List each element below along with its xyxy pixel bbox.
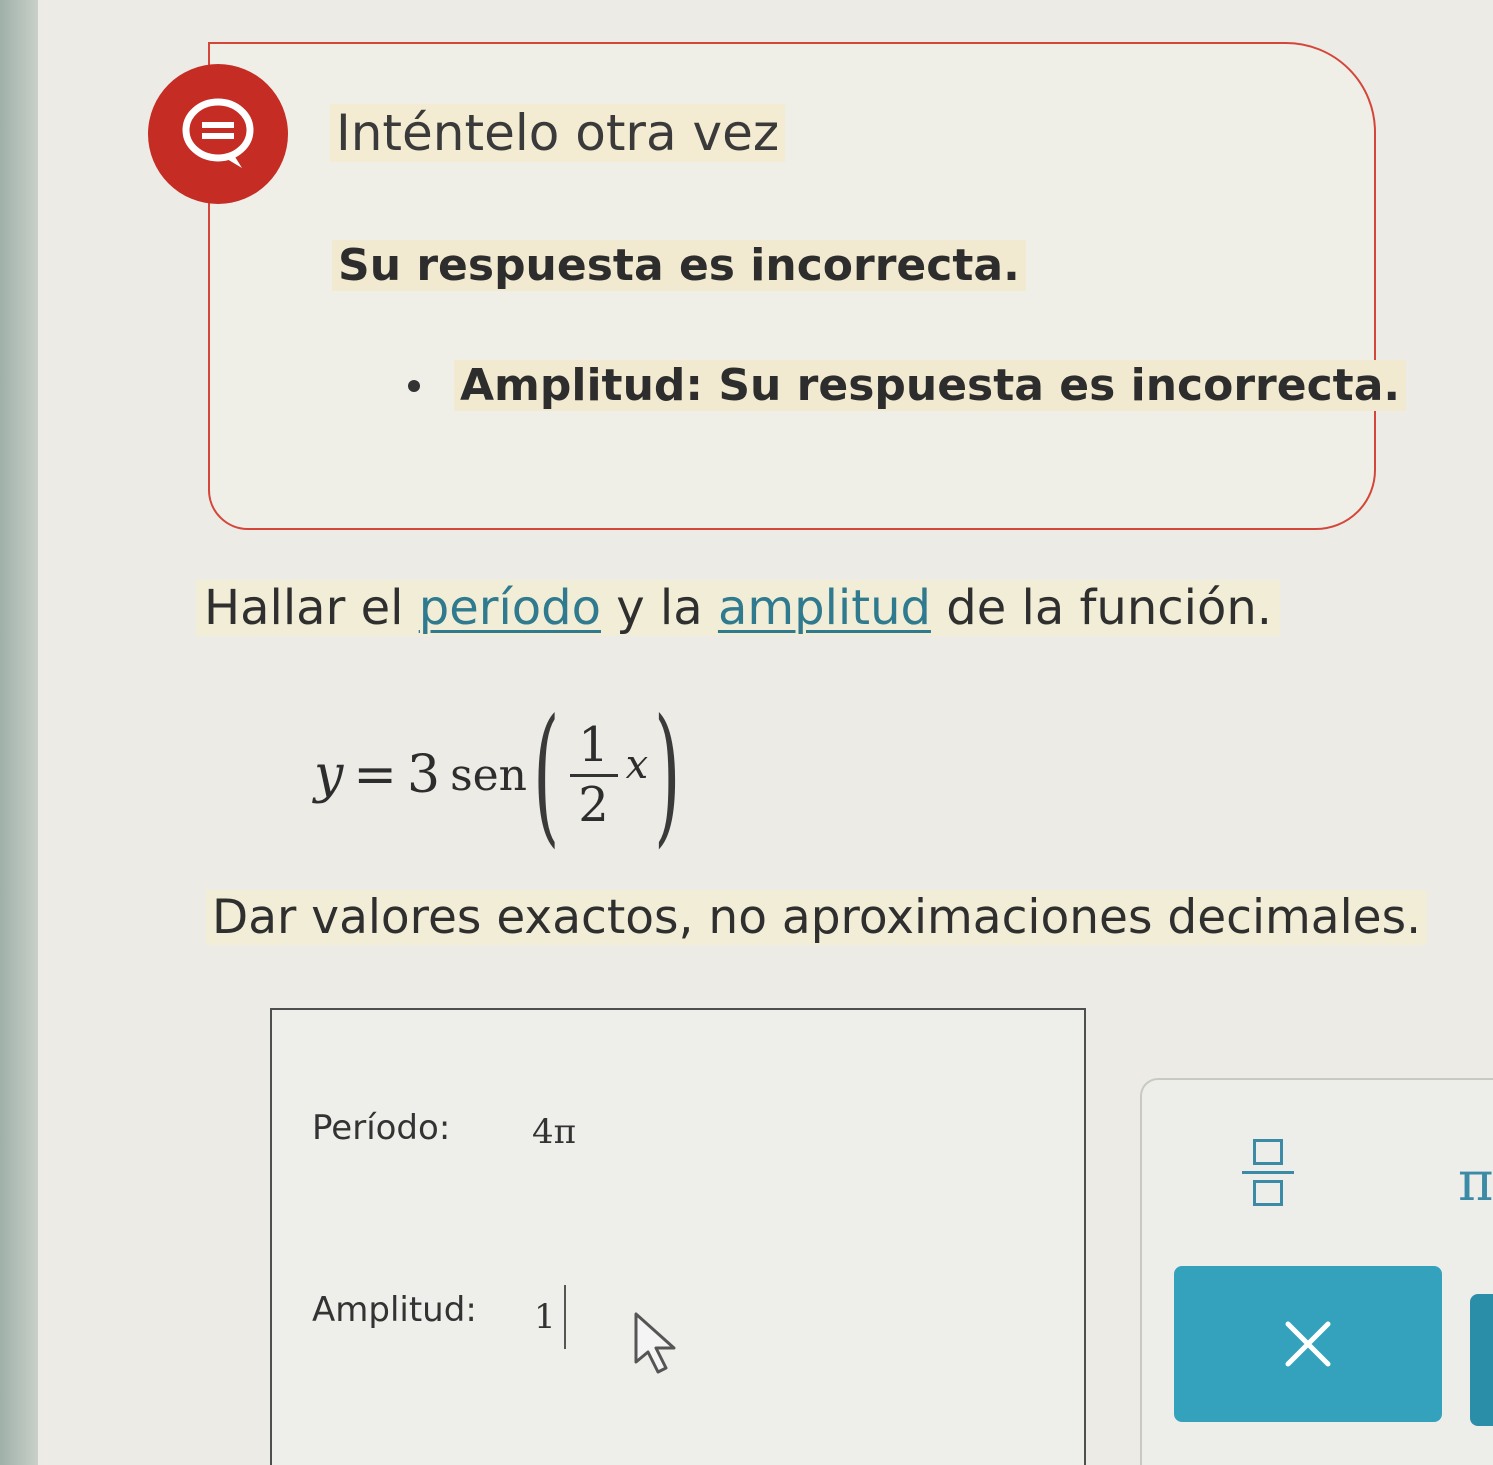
question-prefix: Hallar el [204,580,419,636]
page: Inténtelo otra vez Su respuesta es incor… [0,0,1493,1465]
formula-fraction: 1 2 [569,716,618,833]
bullet-icon [408,379,420,392]
text-caret [563,1285,566,1349]
question-text: Hallar el período y la amplitud de la fu… [196,580,1281,636]
fraction-line [1242,1170,1294,1174]
amplitude-input[interactable]: 1 [534,1282,566,1352]
amplitude-label: Amplitud: [312,1290,477,1330]
feedback-detail-item: Amplitud: Su respuesta es incorrecta. [408,360,1407,411]
term-link-amplitude[interactable]: amplitud [718,580,931,636]
screen-bezel [0,0,38,1465]
mouse-pointer-icon [634,1312,676,1374]
feedback-message: Su respuesta es incorrecta. [332,240,1026,291]
question-suffix: de la función. [930,580,1273,636]
formula-close-paren: ) [654,688,681,862]
amplitude-value: 1 [534,1297,556,1337]
answer-box [270,1008,1086,1465]
undo-button[interactable] [1470,1294,1493,1426]
function-formula: y = 3 sen ( 1 2 x ) [314,690,687,860]
formula-lhs: y [314,745,344,805]
formula-variable: x [625,742,649,788]
formula-equals: = [353,745,397,805]
feedback-title: Inténtelo otra vez [330,104,786,162]
fraction-numerator-box [1253,1138,1283,1165]
period-input[interactable]: 4π [532,1112,576,1152]
question-middle: y la [601,580,718,636]
period-label: Período: [312,1108,451,1148]
instructions-text: Dar valores exactos, no aproximaciones d… [206,890,1428,945]
fraction-template-icon[interactable] [1236,1122,1300,1222]
close-icon [1285,1321,1331,1367]
pi-button[interactable]: π [1458,1150,1493,1213]
term-link-period[interactable]: período [419,580,601,636]
formula-coefficient: 3 [406,745,441,805]
feedback-detail-text: Amplitud: Su respuesta es incorrecta. [454,360,1407,411]
fraction-denominator: 2 [578,776,609,833]
fraction-numerator: 1 [578,716,609,773]
fraction-denominator-box [1253,1179,1283,1206]
clear-button[interactable] [1174,1266,1442,1422]
speech-bubble-icon [148,64,288,204]
formula-open-paren: ( [533,688,560,862]
formula-function: sen [450,749,528,801]
